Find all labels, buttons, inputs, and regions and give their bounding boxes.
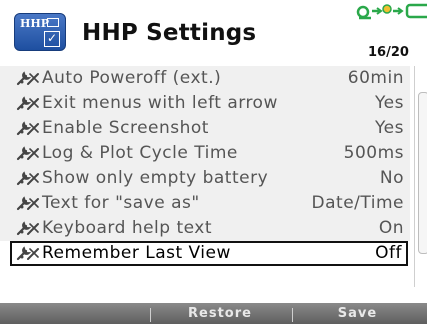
softkey-divider [292, 308, 293, 322]
wrench-settings-icon [16, 121, 40, 136]
settings-list: Auto Poweroff (ext.) 60min Exit menus wi… [0, 66, 410, 266]
setting-row-enable-screenshot[interactable]: Enable Screenshot Yes [0, 116, 410, 141]
hhp-settings-screen: HHP ✓ HHP Settings 16/20 Auto Poweroff (… [0, 0, 427, 324]
setting-label: Log & Plot Cycle Time [42, 143, 238, 163]
setting-row-auto-poweroff[interactable]: Auto Poweroff (ext.) 60min [0, 66, 410, 91]
page-title: HHP Settings [82, 20, 257, 46]
softkey-bar: Restore Save [0, 303, 427, 324]
setting-label: Keyboard help text [42, 218, 213, 238]
logo-checkbox-icon: ✓ [44, 31, 60, 47]
setting-value: On [378, 218, 404, 238]
wrench-settings-icon [16, 71, 40, 86]
setting-value: 60min [347, 68, 404, 88]
scrollbar-thumb[interactable] [418, 92, 427, 254]
setting-label: Remember Last View [42, 243, 231, 263]
setting-value: Date/Time [311, 193, 404, 213]
setting-row-text-save-as[interactable]: Text for "save as" Date/Time [0, 191, 410, 216]
setting-value: No [379, 168, 404, 188]
setting-value: Yes [375, 118, 404, 138]
logo-box-shape [47, 18, 59, 27]
hhp-logo-icon: HHP ✓ [14, 13, 66, 51]
setting-label: Text for "save as" [42, 193, 200, 213]
page-indicator: 16/20 [368, 45, 409, 60]
setting-row-exit-menus-left-arrow[interactable]: Exit menus with left arrow Yes [0, 91, 410, 116]
setting-label: Auto Poweroff (ext.) [42, 68, 222, 88]
header: HHP ✓ HHP Settings 16/20 [0, 0, 427, 60]
setting-label: Enable Screenshot [42, 118, 209, 138]
setting-label: Exit menus with left arrow [42, 93, 278, 113]
setting-row-keyboard-help-text[interactable]: Keyboard help text On [0, 216, 410, 241]
wrench-settings-icon [16, 171, 40, 186]
setting-value: Yes [375, 93, 404, 113]
softkey-divider [150, 308, 151, 322]
setting-row-log-plot-cycle-time[interactable]: Log & Plot Cycle Time 500ms [0, 141, 410, 166]
save-button[interactable]: Save [305, 306, 410, 324]
setting-row-show-empty-battery[interactable]: Show only empty battery No [0, 166, 410, 191]
wrench-settings-icon [16, 246, 40, 261]
setting-row-remember-last-view[interactable]: Remember Last View Off [10, 241, 408, 266]
logo-text: HHP [20, 17, 50, 30]
wrench-settings-icon [16, 196, 40, 211]
wrench-settings-icon [16, 221, 40, 236]
setting-label: Show only empty battery [42, 168, 269, 188]
setting-value: Off [375, 243, 402, 263]
connection-status-icon [356, 3, 427, 20]
wrench-settings-icon [16, 146, 40, 161]
setting-value: 500ms [343, 143, 404, 163]
wrench-settings-icon [16, 96, 40, 111]
restore-button[interactable]: Restore [165, 306, 275, 324]
